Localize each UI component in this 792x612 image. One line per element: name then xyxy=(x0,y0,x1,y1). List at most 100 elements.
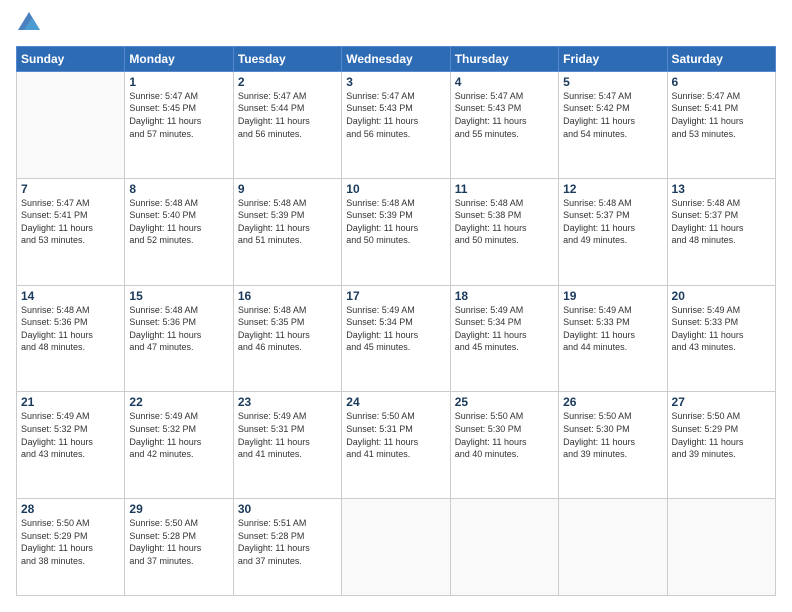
day-number: 19 xyxy=(563,289,662,303)
day-number: 5 xyxy=(563,75,662,89)
day-info: Sunrise: 5:50 AMSunset: 5:30 PMDaylight:… xyxy=(563,410,662,460)
calendar-cell: 10Sunrise: 5:48 AMSunset: 5:39 PMDayligh… xyxy=(342,178,450,285)
logo xyxy=(16,16,40,36)
calendar-cell: 24Sunrise: 5:50 AMSunset: 5:31 PMDayligh… xyxy=(342,392,450,499)
calendar-cell xyxy=(450,499,558,596)
day-number: 17 xyxy=(346,289,445,303)
day-number: 8 xyxy=(129,182,228,196)
day-number: 30 xyxy=(238,502,337,516)
day-number: 27 xyxy=(672,395,771,409)
day-number: 18 xyxy=(455,289,554,303)
day-info: Sunrise: 5:47 AMSunset: 5:44 PMDaylight:… xyxy=(238,90,337,140)
calendar-cell: 20Sunrise: 5:49 AMSunset: 5:33 PMDayligh… xyxy=(667,285,775,392)
calendar-cell: 22Sunrise: 5:49 AMSunset: 5:32 PMDayligh… xyxy=(125,392,233,499)
header-tuesday: Tuesday xyxy=(233,46,341,71)
day-info: Sunrise: 5:48 AMSunset: 5:38 PMDaylight:… xyxy=(455,197,554,247)
day-info: Sunrise: 5:47 AMSunset: 5:41 PMDaylight:… xyxy=(21,197,120,247)
calendar-cell: 12Sunrise: 5:48 AMSunset: 5:37 PMDayligh… xyxy=(559,178,667,285)
calendar-header-row: SundayMondayTuesdayWednesdayThursdayFrid… xyxy=(17,46,776,71)
calendar-cell xyxy=(559,499,667,596)
day-number: 12 xyxy=(563,182,662,196)
calendar-cell: 25Sunrise: 5:50 AMSunset: 5:30 PMDayligh… xyxy=(450,392,558,499)
day-number: 21 xyxy=(21,395,120,409)
day-number: 14 xyxy=(21,289,120,303)
day-info: Sunrise: 5:48 AMSunset: 5:40 PMDaylight:… xyxy=(129,197,228,247)
calendar-cell: 15Sunrise: 5:48 AMSunset: 5:36 PMDayligh… xyxy=(125,285,233,392)
day-number: 20 xyxy=(672,289,771,303)
day-info: Sunrise: 5:48 AMSunset: 5:36 PMDaylight:… xyxy=(129,304,228,354)
day-info: Sunrise: 5:47 AMSunset: 5:45 PMDaylight:… xyxy=(129,90,228,140)
calendar-cell: 4Sunrise: 5:47 AMSunset: 5:43 PMDaylight… xyxy=(450,71,558,178)
day-number: 15 xyxy=(129,289,228,303)
day-number: 23 xyxy=(238,395,337,409)
calendar-cell: 26Sunrise: 5:50 AMSunset: 5:30 PMDayligh… xyxy=(559,392,667,499)
day-info: Sunrise: 5:48 AMSunset: 5:39 PMDaylight:… xyxy=(346,197,445,247)
day-number: 2 xyxy=(238,75,337,89)
calendar-cell: 9Sunrise: 5:48 AMSunset: 5:39 PMDaylight… xyxy=(233,178,341,285)
day-number: 3 xyxy=(346,75,445,89)
calendar-week-row: 1Sunrise: 5:47 AMSunset: 5:45 PMDaylight… xyxy=(17,71,776,178)
calendar-cell: 28Sunrise: 5:50 AMSunset: 5:29 PMDayligh… xyxy=(17,499,125,596)
day-number: 7 xyxy=(21,182,120,196)
day-info: Sunrise: 5:48 AMSunset: 5:37 PMDaylight:… xyxy=(672,197,771,247)
calendar-cell xyxy=(667,499,775,596)
day-info: Sunrise: 5:47 AMSunset: 5:43 PMDaylight:… xyxy=(346,90,445,140)
day-info: Sunrise: 5:50 AMSunset: 5:30 PMDaylight:… xyxy=(455,410,554,460)
calendar-cell: 14Sunrise: 5:48 AMSunset: 5:36 PMDayligh… xyxy=(17,285,125,392)
calendar-table: SundayMondayTuesdayWednesdayThursdayFrid… xyxy=(16,46,776,596)
calendar-cell: 2Sunrise: 5:47 AMSunset: 5:44 PMDaylight… xyxy=(233,71,341,178)
day-info: Sunrise: 5:47 AMSunset: 5:41 PMDaylight:… xyxy=(672,90,771,140)
calendar-week-row: 21Sunrise: 5:49 AMSunset: 5:32 PMDayligh… xyxy=(17,392,776,499)
calendar-cell xyxy=(342,499,450,596)
day-number: 25 xyxy=(455,395,554,409)
day-info: Sunrise: 5:48 AMSunset: 5:39 PMDaylight:… xyxy=(238,197,337,247)
calendar-cell: 16Sunrise: 5:48 AMSunset: 5:35 PMDayligh… xyxy=(233,285,341,392)
day-number: 29 xyxy=(129,502,228,516)
day-number: 11 xyxy=(455,182,554,196)
day-number: 13 xyxy=(672,182,771,196)
day-info: Sunrise: 5:51 AMSunset: 5:28 PMDaylight:… xyxy=(238,517,337,567)
day-info: Sunrise: 5:49 AMSunset: 5:31 PMDaylight:… xyxy=(238,410,337,460)
day-info: Sunrise: 5:48 AMSunset: 5:36 PMDaylight:… xyxy=(21,304,120,354)
day-number: 9 xyxy=(238,182,337,196)
calendar-cell: 27Sunrise: 5:50 AMSunset: 5:29 PMDayligh… xyxy=(667,392,775,499)
day-info: Sunrise: 5:49 AMSunset: 5:34 PMDaylight:… xyxy=(455,304,554,354)
day-info: Sunrise: 5:49 AMSunset: 5:33 PMDaylight:… xyxy=(672,304,771,354)
header-thursday: Thursday xyxy=(450,46,558,71)
calendar-cell: 18Sunrise: 5:49 AMSunset: 5:34 PMDayligh… xyxy=(450,285,558,392)
day-number: 1 xyxy=(129,75,228,89)
day-number: 16 xyxy=(238,289,337,303)
calendar-week-row: 14Sunrise: 5:48 AMSunset: 5:36 PMDayligh… xyxy=(17,285,776,392)
calendar-cell: 23Sunrise: 5:49 AMSunset: 5:31 PMDayligh… xyxy=(233,392,341,499)
calendar-cell: 29Sunrise: 5:50 AMSunset: 5:28 PMDayligh… xyxy=(125,499,233,596)
day-number: 6 xyxy=(672,75,771,89)
page: SundayMondayTuesdayWednesdayThursdayFrid… xyxy=(0,0,792,612)
day-info: Sunrise: 5:47 AMSunset: 5:43 PMDaylight:… xyxy=(455,90,554,140)
day-info: Sunrise: 5:50 AMSunset: 5:29 PMDaylight:… xyxy=(21,517,120,567)
day-number: 4 xyxy=(455,75,554,89)
day-info: Sunrise: 5:49 AMSunset: 5:33 PMDaylight:… xyxy=(563,304,662,354)
calendar-cell: 3Sunrise: 5:47 AMSunset: 5:43 PMDaylight… xyxy=(342,71,450,178)
calendar-cell: 7Sunrise: 5:47 AMSunset: 5:41 PMDaylight… xyxy=(17,178,125,285)
calendar-cell: 30Sunrise: 5:51 AMSunset: 5:28 PMDayligh… xyxy=(233,499,341,596)
calendar-cell xyxy=(17,71,125,178)
day-number: 22 xyxy=(129,395,228,409)
calendar-cell: 17Sunrise: 5:49 AMSunset: 5:34 PMDayligh… xyxy=(342,285,450,392)
calendar-cell: 5Sunrise: 5:47 AMSunset: 5:42 PMDaylight… xyxy=(559,71,667,178)
header xyxy=(16,16,776,36)
day-info: Sunrise: 5:49 AMSunset: 5:32 PMDaylight:… xyxy=(21,410,120,460)
header-saturday: Saturday xyxy=(667,46,775,71)
day-info: Sunrise: 5:47 AMSunset: 5:42 PMDaylight:… xyxy=(563,90,662,140)
calendar-cell: 11Sunrise: 5:48 AMSunset: 5:38 PMDayligh… xyxy=(450,178,558,285)
header-friday: Friday xyxy=(559,46,667,71)
calendar-week-row: 7Sunrise: 5:47 AMSunset: 5:41 PMDaylight… xyxy=(17,178,776,285)
calendar-cell: 21Sunrise: 5:49 AMSunset: 5:32 PMDayligh… xyxy=(17,392,125,499)
day-number: 26 xyxy=(563,395,662,409)
calendar-week-row: 28Sunrise: 5:50 AMSunset: 5:29 PMDayligh… xyxy=(17,499,776,596)
day-info: Sunrise: 5:50 AMSunset: 5:29 PMDaylight:… xyxy=(672,410,771,460)
calendar-cell: 13Sunrise: 5:48 AMSunset: 5:37 PMDayligh… xyxy=(667,178,775,285)
day-info: Sunrise: 5:50 AMSunset: 5:31 PMDaylight:… xyxy=(346,410,445,460)
header-sunday: Sunday xyxy=(17,46,125,71)
day-info: Sunrise: 5:48 AMSunset: 5:37 PMDaylight:… xyxy=(563,197,662,247)
calendar-cell: 19Sunrise: 5:49 AMSunset: 5:33 PMDayligh… xyxy=(559,285,667,392)
